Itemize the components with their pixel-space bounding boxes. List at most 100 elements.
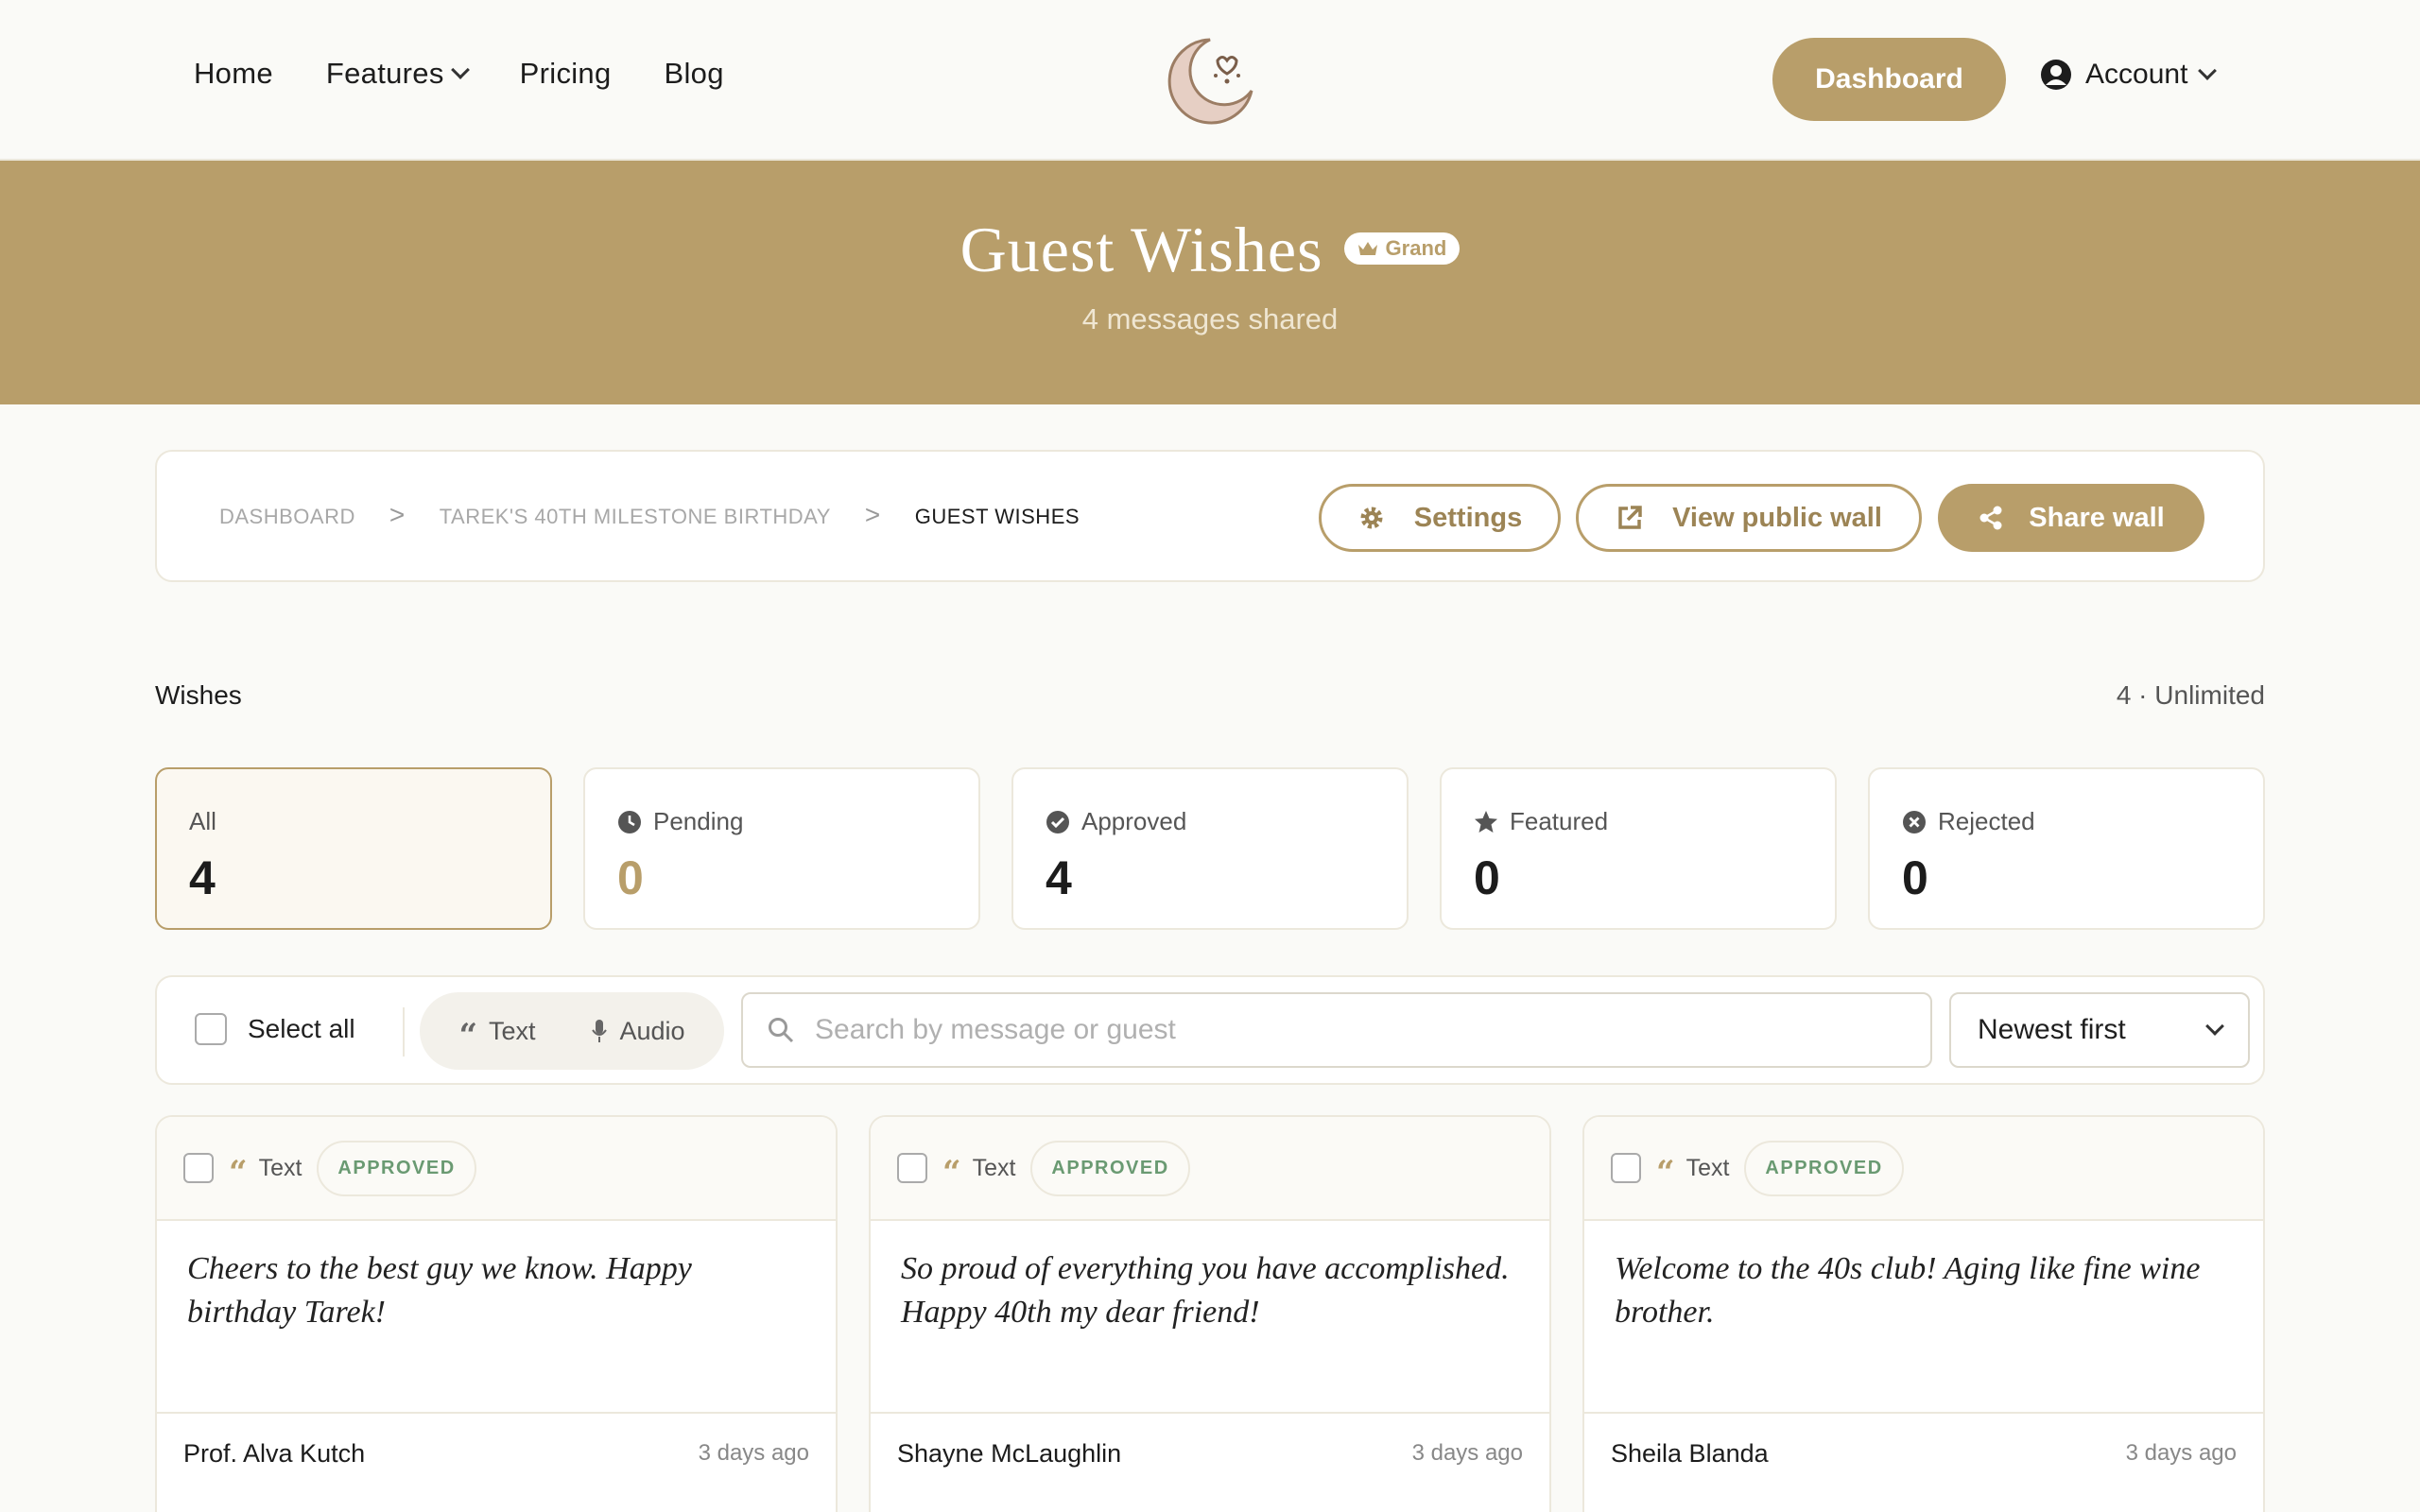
wish-footer: Sheila Blanda 3 days ago — [1584, 1414, 2263, 1493]
quote-icon: “ — [229, 1154, 248, 1192]
wish-author: Shayne McLaughlin — [897, 1438, 1122, 1468]
view-public-wall-button[interactable]: View public wall — [1576, 484, 1922, 552]
breadcrumb-dashboard[interactable]: DASHBOARD — [219, 505, 355, 529]
dashboard-button[interactable]: Dashboard — [1772, 38, 2006, 121]
search-icon — [769, 1018, 794, 1043]
nav-features-menu[interactable]: Features — [325, 57, 470, 91]
filter-card-all[interactable]: All 4 — [155, 767, 552, 930]
select-all-control[interactable]: Select all — [195, 1013, 355, 1045]
wish-type: “ Text — [1656, 1154, 1730, 1192]
account-menu[interactable]: Account — [2040, 59, 2218, 91]
quote-icon: “ — [1656, 1154, 1675, 1192]
filter-card-rejected[interactable]: Rejected 0 — [1868, 767, 2265, 930]
search-placeholder: Search by message or guest — [815, 1014, 1176, 1045]
nav-features-label: Features — [325, 57, 444, 90]
page-title: Guest Wishes — [959, 214, 1323, 285]
status-badge: APPROVED — [1744, 1140, 1904, 1196]
stat-value: 0 — [617, 851, 644, 904]
share-wall-button[interactable]: Share wall — [1938, 484, 2204, 552]
nav-pricing-link[interactable]: Pricing — [520, 57, 612, 91]
breadcrumb-current: GUEST WISHES — [914, 505, 1080, 528]
share-icon — [1979, 506, 2002, 530]
stat-label-row: Featured — [1474, 807, 1608, 836]
type-filter-group: “ Text Audio — [420, 992, 724, 1070]
stat-label: All — [189, 807, 216, 835]
type-filter-text-label: Text — [489, 1016, 536, 1045]
plan-badge: Grand — [1343, 232, 1461, 265]
external-link-icon — [1618, 506, 1642, 529]
breadcrumb-event[interactable]: TAREK'S 40TH MILESTONE BIRTHDAY — [440, 505, 831, 529]
settings-label: Settings — [1413, 502, 1523, 533]
microphone-icon — [592, 1020, 608, 1042]
sort-select[interactable]: Newest first — [1949, 992, 2250, 1068]
moon-heart-logo[interactable] — [1161, 32, 1259, 130]
type-filter-text[interactable]: “ Text — [458, 1016, 536, 1055]
type-filter-audio-label: Audio — [619, 1016, 685, 1045]
nav-blog-link[interactable]: Blog — [665, 57, 724, 91]
wish-card: “ Text APPROVED So proud of everything y… — [869, 1115, 1551, 1512]
settings-button[interactable]: Settings — [1319, 484, 1561, 552]
hero-banner: Guest Wishes Grand 4 messages shared — [0, 161, 2420, 404]
wish-timestamp: 3 days ago — [1411, 1440, 1523, 1466]
stat-label-row: Pending — [617, 807, 743, 836]
nav-home-link[interactable]: Home — [194, 57, 273, 91]
type-filter-audio[interactable]: Audio — [591, 1016, 685, 1046]
wish-timestamp: 3 days ago — [2125, 1440, 2237, 1466]
select-all-label: Select all — [248, 1014, 355, 1043]
wish-card: “ Text APPROVED Welcome to the 40s club!… — [1582, 1115, 2265, 1512]
breadcrumb-separator: > — [864, 500, 881, 529]
hero-title-row: Guest Wishes Grand — [0, 213, 2420, 287]
quote-icon: “ — [458, 1017, 478, 1055]
wishes-section-label: Wishes — [155, 680, 242, 710]
top-nav: Home Features Pricing Blog Dashboard Acc… — [0, 0, 2420, 161]
crown-icon — [1357, 241, 1377, 255]
status-badge: APPROVED — [317, 1140, 476, 1196]
stat-label: Rejected — [1938, 807, 2035, 835]
wish-checkbox[interactable] — [1611, 1153, 1641, 1183]
wish-type-label: Text — [258, 1154, 302, 1181]
stat-value: 0 — [1902, 851, 1928, 904]
wish-type: “ Text — [229, 1154, 302, 1192]
wish-footer: Shayne McLaughlin 3 days ago — [871, 1414, 1549, 1493]
nav-links: Home Features Pricing Blog — [194, 57, 724, 91]
stat-label: Pending — [653, 807, 744, 835]
chevron-down-icon — [2205, 1017, 2224, 1036]
gear-icon — [1360, 507, 1383, 529]
breadcrumb-card: DASHBOARD > TAREK'S 40TH MILESTONE BIRTH… — [155, 450, 2265, 582]
wish-type-label: Text — [1685, 1154, 1730, 1181]
wish-card-header: “ Text APPROVED — [1584, 1117, 2263, 1221]
clock-icon — [618, 810, 641, 833]
check-circle-icon — [1046, 810, 1069, 833]
chevron-down-icon — [2198, 61, 2218, 80]
stat-value: 4 — [189, 851, 216, 904]
stat-label-row: Approved — [1046, 807, 1186, 836]
wish-footer: Prof. Alva Kutch 3 days ago — [157, 1414, 836, 1493]
wish-type: “ Text — [942, 1154, 1016, 1192]
breadcrumb-separator: > — [389, 500, 406, 529]
quote-icon: “ — [942, 1154, 961, 1192]
search-input[interactable]: Search by message or guest — [741, 992, 1932, 1068]
stat-value: 4 — [1046, 851, 1072, 904]
share-wall-label: Share wall — [2029, 502, 2165, 533]
filter-card-approved[interactable]: Approved 4 — [1011, 767, 1409, 930]
filter-card-featured[interactable]: Featured 0 — [1440, 767, 1837, 930]
status-badge: APPROVED — [1030, 1140, 1190, 1196]
wish-type-label: Text — [972, 1154, 1016, 1181]
wish-author: Prof. Alva Kutch — [183, 1438, 366, 1468]
wish-checkbox[interactable] — [897, 1153, 927, 1183]
wish-checkbox[interactable] — [183, 1153, 214, 1183]
stat-label: Approved — [1081, 807, 1187, 835]
account-label: Account — [2085, 59, 2188, 90]
view-public-wall-label: View public wall — [1672, 502, 1882, 533]
user-circle-icon — [2041, 60, 2071, 90]
stat-value: 0 — [1474, 851, 1500, 904]
toolbar-divider — [403, 1007, 405, 1057]
hero-subtitle: 4 messages shared — [1081, 302, 1339, 335]
plan-badge-label: Grand — [1385, 235, 1447, 260]
select-all-checkbox[interactable] — [195, 1013, 227, 1045]
filter-card-pending[interactable]: Pending 0 — [583, 767, 980, 930]
chevron-down-icon — [450, 60, 470, 79]
wish-message: Cheers to the best guy we know. Happy bi… — [157, 1221, 836, 1414]
sort-value: Newest first — [1978, 1014, 2126, 1045]
wish-card: “ Text APPROVED Cheers to the best guy w… — [155, 1115, 838, 1512]
